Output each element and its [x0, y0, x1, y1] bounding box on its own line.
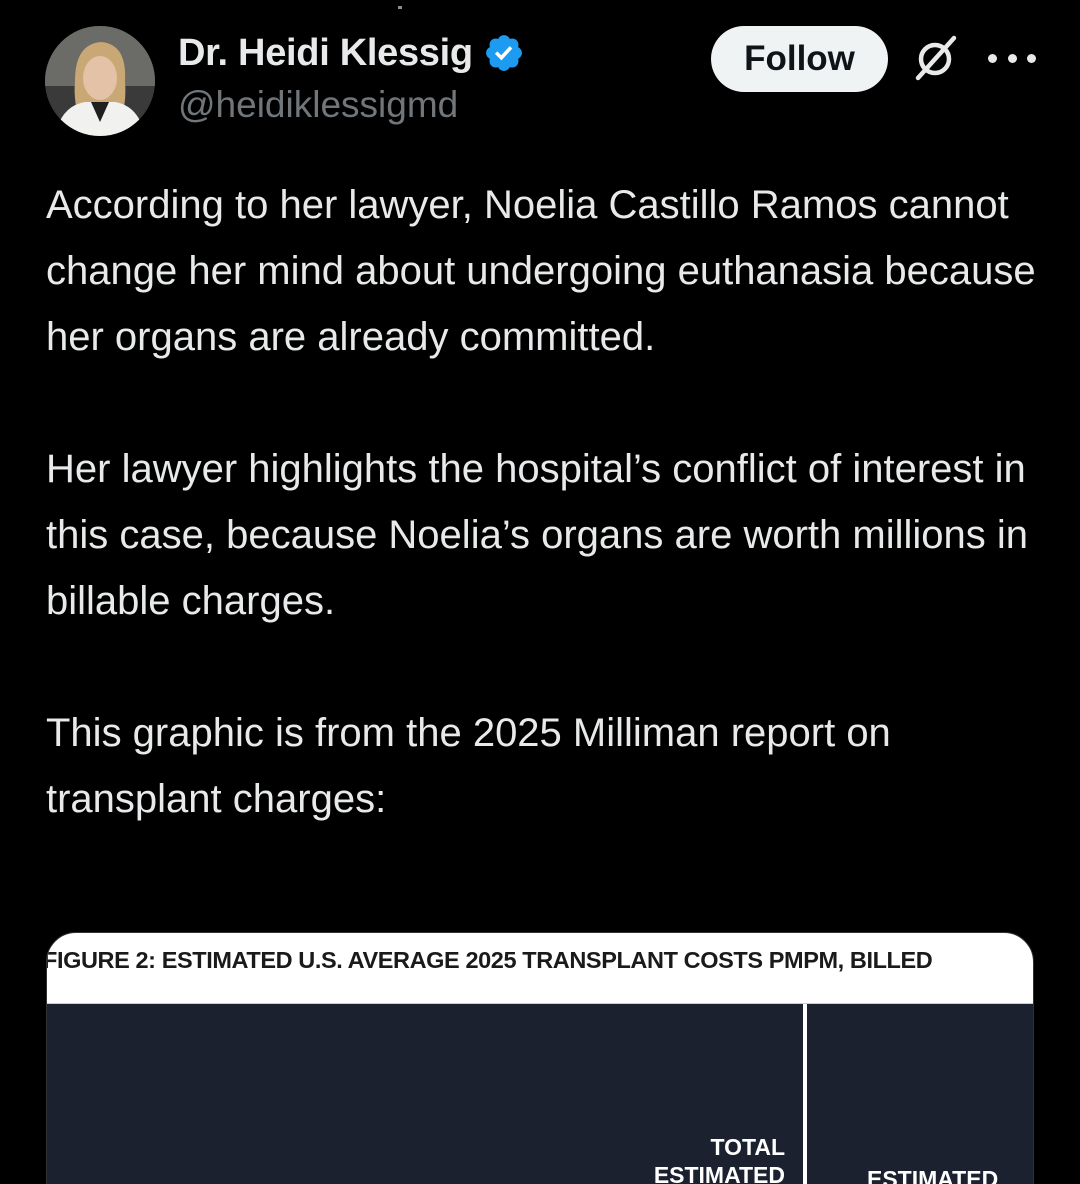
avatar-image: [45, 26, 155, 136]
grok-icon-glyph: [915, 35, 957, 81]
follow-button[interactable]: Follow: [711, 26, 888, 92]
grok-icon[interactable]: [910, 32, 962, 84]
more-dot: [1027, 53, 1036, 63]
table-column-divider: [803, 1004, 807, 1184]
tweet-paragraph: This graphic is from the 2025 Milliman r…: [46, 711, 891, 821]
author-handle[interactable]: @heidiklessigmd: [178, 84, 458, 126]
column-header-line: TOTAL: [710, 1134, 785, 1160]
avatar[interactable]: [45, 26, 155, 136]
tweet-header: Dr. Heidi Klessig @heidiklessigmd Follow: [0, 0, 1080, 150]
tweet-paragraph: Her lawyer highlights the hospital’s con…: [46, 447, 1028, 623]
column-header-estimated: ESTIMATED: [867, 1165, 998, 1184]
figure-table: [47, 1004, 1033, 1184]
more-dot: [1007, 53, 1017, 63]
author-display-name[interactable]: Dr. Heidi Klessig: [178, 32, 473, 75]
column-header-line: ESTIMATED: [653, 1162, 785, 1184]
more-dot: [988, 53, 997, 63]
verified-badge-icon: [485, 35, 522, 71]
column-header-total-estimated: TOTAL ESTIMATED: [654, 1133, 785, 1184]
figure-title: FIGURE 2: ESTIMATED U.S. AVERAGE 2025 TR…: [46, 947, 933, 973]
tweet-text: According to her lawyer, Noelia Castillo…: [46, 172, 1046, 832]
column-header-line: ESTIMATED: [867, 1166, 999, 1184]
tweet-media-image[interactable]: FIGURE 2: ESTIMATED U.S. AVERAGE 2025 TR…: [46, 932, 1034, 1184]
author-name-row[interactable]: Dr. Heidi Klessig: [178, 30, 525, 76]
tweet-paragraph: According to her lawyer, Noelia Castillo…: [46, 183, 1036, 359]
more-options-icon[interactable]: [988, 42, 1036, 74]
